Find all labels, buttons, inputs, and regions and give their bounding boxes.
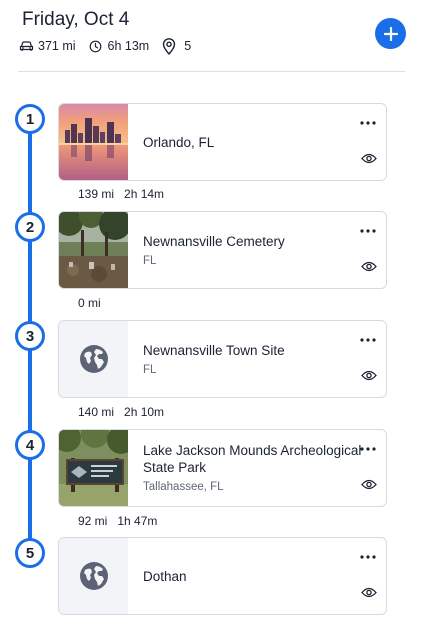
view-button[interactable] xyxy=(358,365,380,385)
stop-marker-1: 1 xyxy=(15,104,45,134)
stop-card-4[interactable]: Lake Jackson Mounds Archeological State … xyxy=(58,429,387,507)
leg-info-4: 92 mi 1h 47m xyxy=(78,513,157,529)
leg-distance: 140 mi xyxy=(78,405,115,419)
stop-thumbnail-photo xyxy=(59,430,128,506)
stop-name: Lake Jackson Mounds Archeological State … xyxy=(143,443,362,475)
eye-icon xyxy=(361,479,377,489)
stop-name: Orlando, FL xyxy=(143,134,215,150)
leg-info-3: 140 mi 2h 10m xyxy=(78,404,164,420)
day-title: Friday, Oct 4 xyxy=(22,9,130,30)
stop-info: Orlando, FL xyxy=(143,104,369,180)
stop-marker-2: 2 xyxy=(15,212,45,242)
eye-icon xyxy=(361,587,377,597)
stop-name: Dothan xyxy=(143,568,187,584)
header-divider xyxy=(18,71,405,72)
stop-thumbnail-placeholder xyxy=(59,538,128,614)
day-header: Friday, Oct 4 371 mi 6h 13m 5 xyxy=(0,0,424,72)
more-options-button[interactable] xyxy=(358,440,378,458)
view-button[interactable] xyxy=(358,148,380,168)
eye-icon xyxy=(361,153,377,163)
leg-info-2: 0 mi xyxy=(78,295,101,311)
more-options-button[interactable] xyxy=(358,548,378,566)
globe-icon xyxy=(79,562,108,590)
more-dots-icon xyxy=(360,447,376,451)
stop-info: Newnansville Town Site FL xyxy=(143,321,369,397)
stop-info: Dothan xyxy=(143,538,369,614)
car-icon xyxy=(18,38,34,54)
clock-icon xyxy=(88,38,104,54)
plus-icon xyxy=(383,26,398,41)
stop-card-1[interactable]: Orlando, FL xyxy=(58,103,387,181)
total-duration-value: 6h 13m xyxy=(107,39,150,53)
stop-thumbnail-photo xyxy=(59,104,128,180)
add-stop-button[interactable] xyxy=(375,18,406,49)
globe-icon xyxy=(79,345,108,373)
total-distance: 371 mi xyxy=(18,38,76,54)
more-dots-icon xyxy=(360,121,376,125)
stops-count-value: 5 xyxy=(184,39,192,53)
leg-info-1: 139 mi 2h 14m xyxy=(78,186,164,202)
location-pin-icon xyxy=(161,37,177,55)
leg-duration: 2h 10m xyxy=(124,405,165,419)
stop-marker-4: 4 xyxy=(15,430,45,460)
leg-distance: 0 mi xyxy=(78,296,101,310)
view-button[interactable] xyxy=(358,582,380,602)
view-button[interactable] xyxy=(358,256,380,276)
stop-marker-5: 5 xyxy=(15,538,45,568)
leg-duration: 1h 47m xyxy=(117,514,158,528)
stop-name: Newnansville Town Site xyxy=(143,342,285,358)
trip-stats: 371 mi 6h 13m 5 xyxy=(18,37,203,55)
more-options-button[interactable] xyxy=(358,222,378,240)
total-duration: 6h 13m xyxy=(88,38,150,54)
leg-distance: 92 mi xyxy=(78,514,108,528)
more-dots-icon xyxy=(360,338,376,342)
stop-thumbnail-placeholder xyxy=(59,321,128,397)
stops-count: 5 xyxy=(161,37,192,55)
total-distance-value: 371 mi xyxy=(38,39,76,53)
more-dots-icon xyxy=(360,555,376,559)
stop-card-2[interactable]: Newnansville Cemetery FL xyxy=(58,211,387,289)
stop-card-3[interactable]: Newnansville Town Site FL xyxy=(58,320,387,398)
stop-marker-3: 3 xyxy=(15,321,45,351)
stop-name: Newnansville Cemetery xyxy=(143,233,285,249)
stop-location: FL xyxy=(143,254,157,267)
more-options-button[interactable] xyxy=(358,114,378,132)
stop-thumbnail-photo xyxy=(59,212,128,288)
view-button[interactable] xyxy=(358,474,380,494)
stop-info: Newnansville Cemetery FL xyxy=(143,212,369,288)
stop-info: Lake Jackson Mounds Archeological State … xyxy=(143,430,369,506)
eye-icon xyxy=(361,370,377,380)
stop-card-5[interactable]: Dothan xyxy=(58,537,387,615)
leg-distance: 139 mi xyxy=(78,187,115,201)
leg-duration: 2h 14m xyxy=(124,187,165,201)
more-options-button[interactable] xyxy=(358,331,378,349)
stop-location: FL xyxy=(143,363,157,376)
eye-icon xyxy=(361,261,377,271)
stop-location: Tallahassee, FL xyxy=(143,481,224,493)
more-dots-icon xyxy=(360,229,376,233)
